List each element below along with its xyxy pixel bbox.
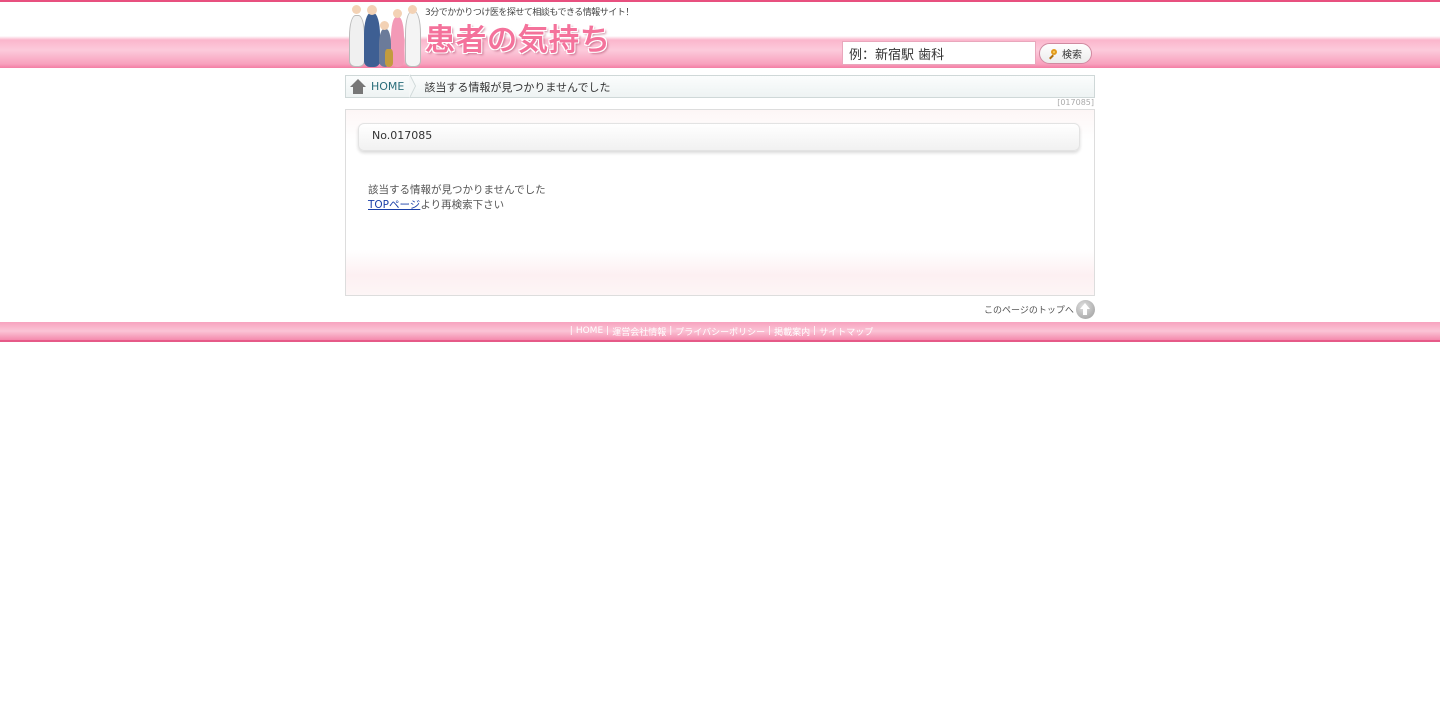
breadcrumb-home-link[interactable]: HOME: [371, 80, 404, 93]
not-found-message: 該当する情報が見つかりませんでした TOPページより再検索下さい: [368, 183, 546, 213]
footer-link-listing[interactable]: 掲載案内: [774, 325, 810, 338]
footer-link-home[interactable]: HOME: [576, 326, 603, 336]
footer-separator: |: [569, 326, 573, 336]
arrow-up-icon: [1075, 300, 1095, 319]
back-to-top-label: このページのトップへ: [984, 306, 1074, 316]
back-to-top-link[interactable]: このページのトップへ: [984, 300, 1095, 319]
site-header: 3分でかかりつけ医を探せて相談もできる情報サイト！ 患者の気持ち 検索: [0, 0, 1440, 68]
research-suffix: より再検索下さい: [420, 199, 505, 211]
header-inner: 3分でかかりつけ医を探せて相談もできる情報サイト！ 患者の気持ち 検索: [345, 2, 1095, 68]
research-line: TOPページより再検索下さい: [368, 198, 546, 213]
search-input[interactable]: [842, 41, 1036, 65]
breadcrumb-separator-icon: [409, 74, 420, 98]
breadcrumb: HOME 該当する情報が見つかりませんでした: [345, 74, 1095, 98]
message-text: 該当する情報が見つかりませんでした: [368, 184, 546, 196]
search-icon: [1049, 48, 1059, 59]
site-footer: | HOME | 運営会社情報 | プライバシーポリシー | 掲載案内 | サイ…: [0, 322, 1440, 342]
footer-link-privacy[interactable]: プライバシーポリシー: [675, 325, 765, 338]
footer-separator: |: [669, 326, 673, 336]
footer-link-company[interactable]: 運営会社情報: [612, 325, 666, 338]
site-title: 患者の気持ち: [425, 23, 611, 58]
footer-separator: |: [606, 326, 610, 336]
page-code: [017085]: [1057, 98, 1094, 107]
home-icon[interactable]: [349, 78, 367, 95]
breadcrumb-current: 該当する情報が見つかりませんでした: [424, 80, 611, 94]
site-logo[interactable]: 3分でかかりつけ医を探せて相談もできる情報サイト！ 患者の気持ち: [347, 3, 634, 67]
footer-separator: |: [768, 326, 772, 336]
search-button-label: 検索: [1062, 50, 1082, 61]
footer-separator: |: [813, 326, 817, 336]
main-content: No.017085 該当する情報が見つかりませんでした TOPページより再検索下…: [345, 109, 1095, 296]
people-illustration-icon: [347, 5, 423, 67]
search-button[interactable]: 検索: [1039, 43, 1092, 64]
footer-link-sitemap[interactable]: サイトマップ: [819, 325, 873, 338]
top-page-link[interactable]: TOPページ: [368, 199, 420, 211]
page-title: No.017085: [358, 123, 1080, 151]
